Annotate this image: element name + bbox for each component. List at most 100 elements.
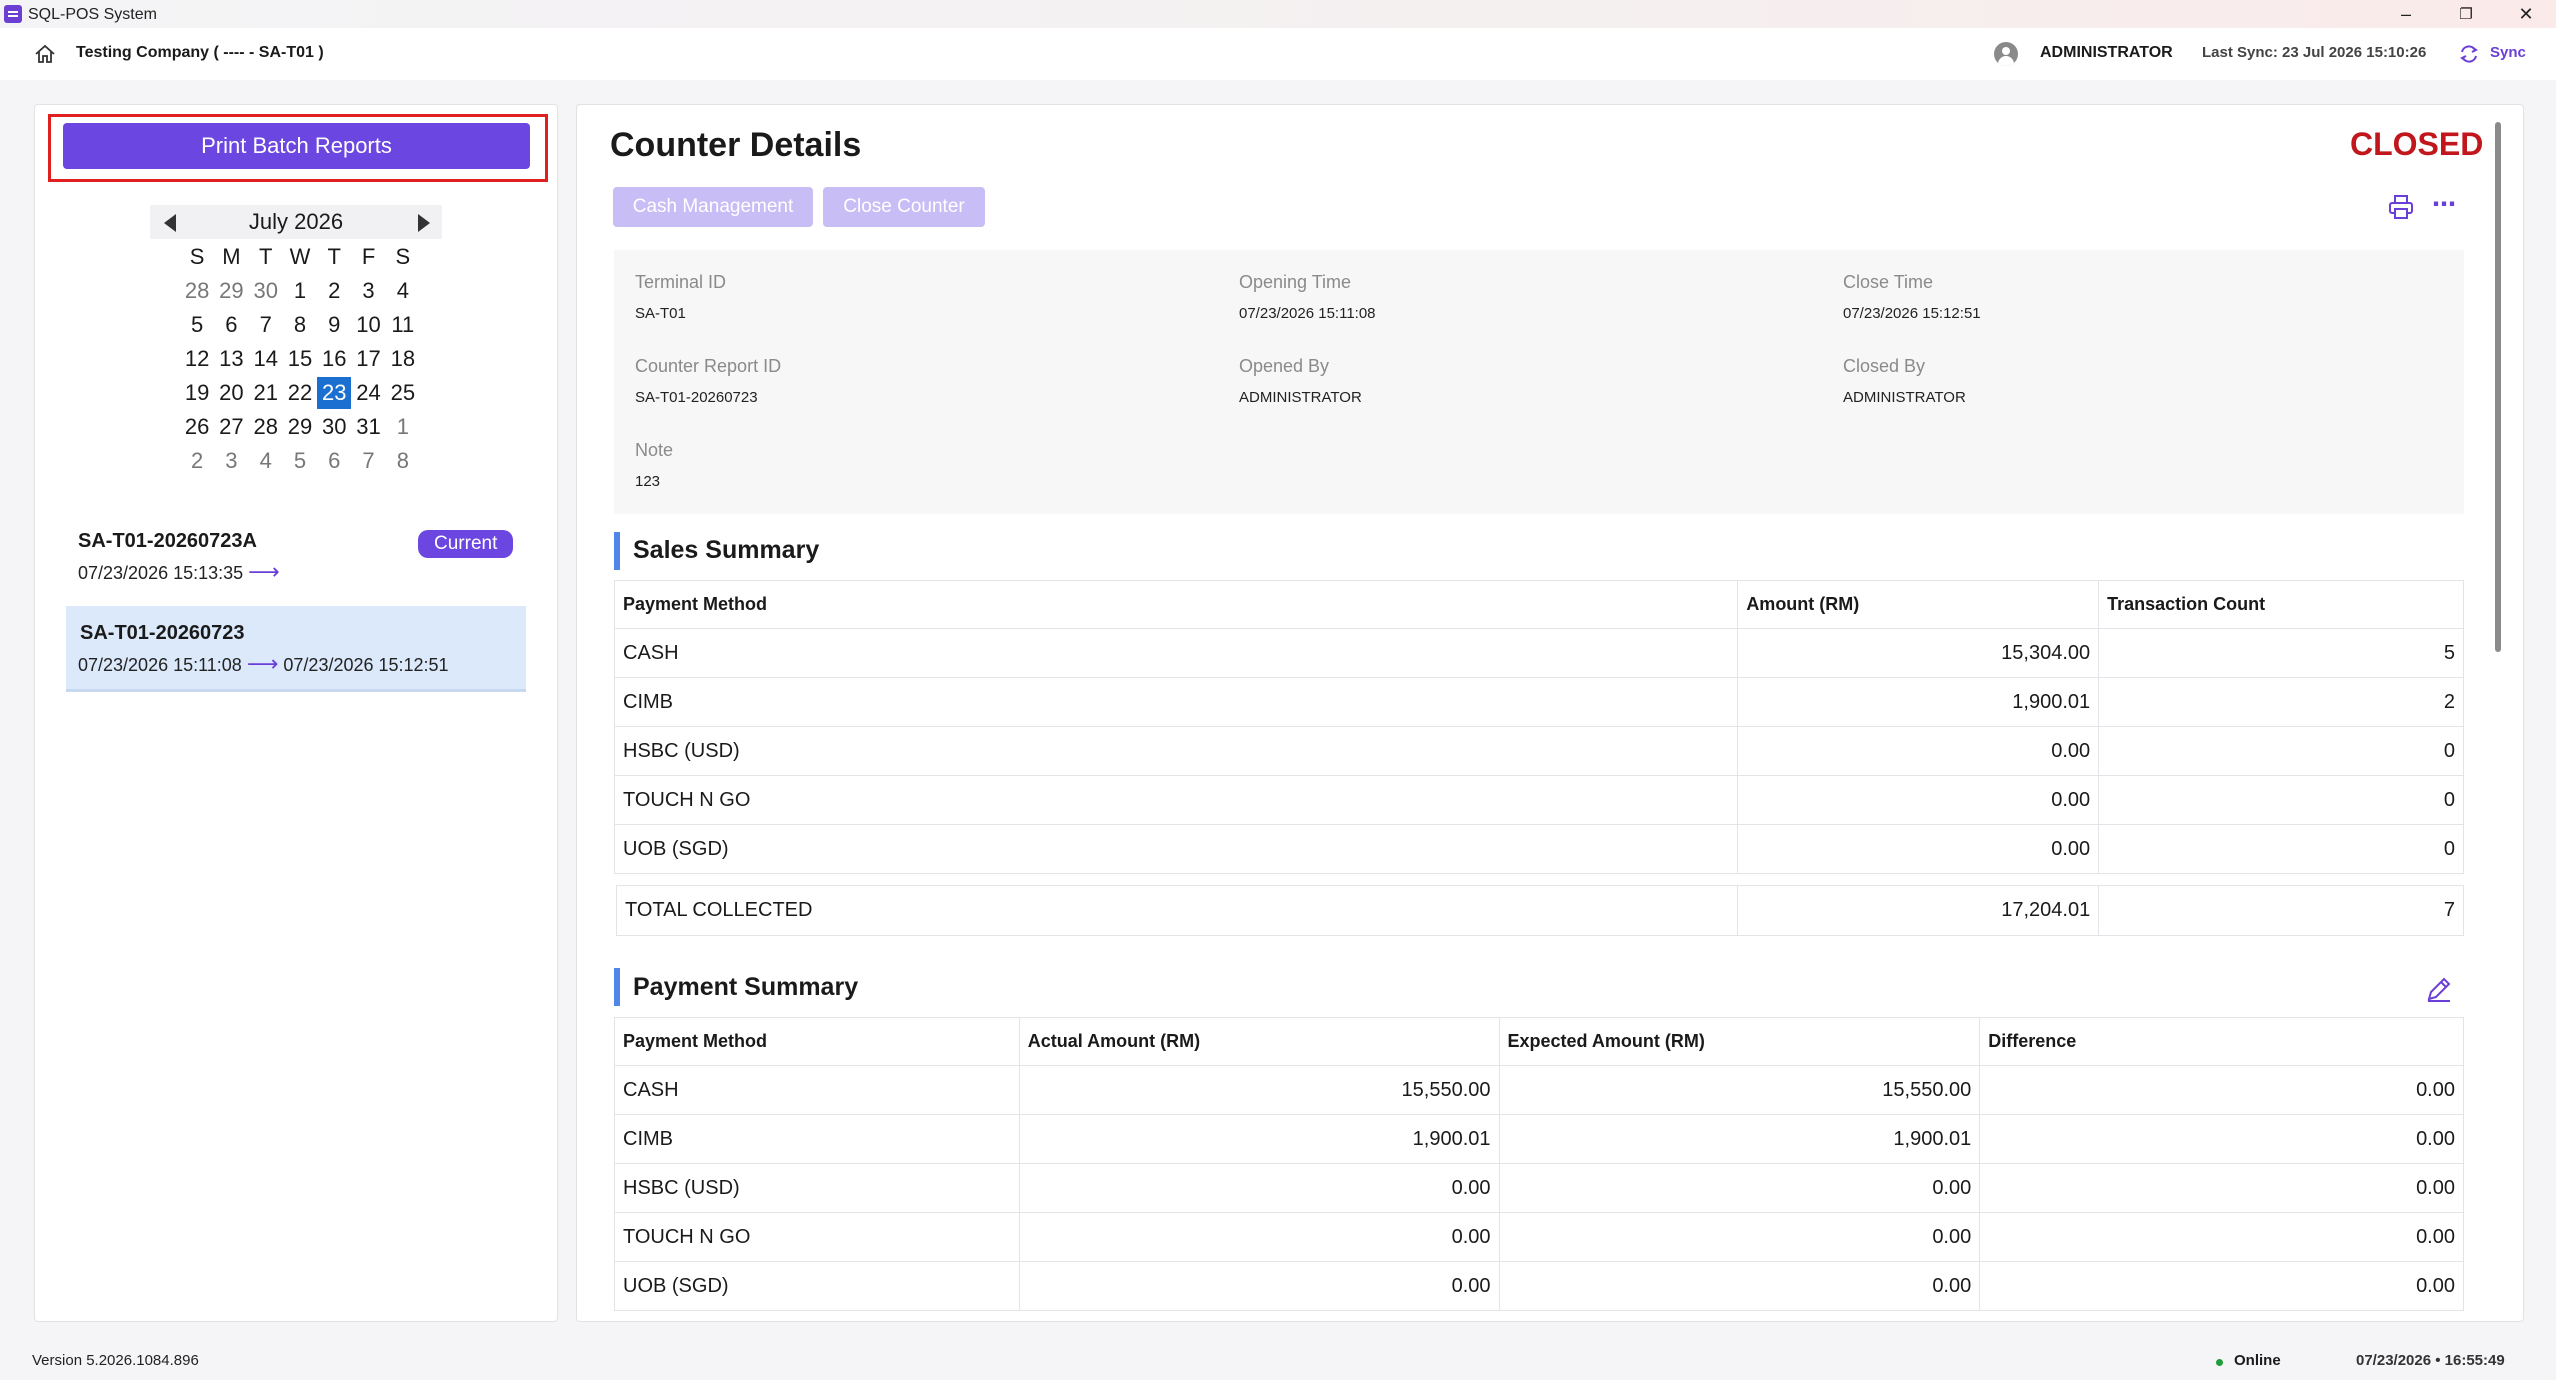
calendar-day[interactable]: 2 [317,278,351,304]
column-header: Difference [1979,1017,2464,1066]
table-cell: CIMB [614,1114,1020,1164]
scrollbar-thumb[interactable] [2495,122,2501,652]
column-header: Transaction Count [2098,580,2464,629]
calendar-day[interactable]: 28 [180,278,214,304]
table-row: UOB (SGD) 0.00 0 [613,824,2464,874]
minimize-button[interactable]: – [2376,0,2436,28]
calendar-day[interactable]: 3 [351,278,385,304]
section-bar [614,968,620,1006]
company-name: Testing Company ( ---- - SA-T01 ) [76,44,324,61]
pencil-icon[interactable] [2424,974,2454,1004]
table-cell: 15,550.00 [1018,1065,1500,1115]
column-header: Expected Amount (RM) [1498,1017,1981,1066]
cash-management-button[interactable]: Cash Management [613,187,813,227]
calendar-day[interactable]: 29 [214,278,248,304]
next-month-icon[interactable] [418,214,430,232]
table-cell: 0 [2098,824,2464,874]
counter-item-selected[interactable]: SA-T01-20260723 07/23/2026 15:11:08 ⟶ 07… [66,606,526,692]
table-cell: HSBC (USD) [614,1163,1020,1213]
table-cell: 0.00 [1498,1261,1981,1311]
table-cell: 0.00 [1737,775,2100,825]
calendar-day[interactable]: 30 [249,278,283,304]
calendar-day[interactable]: 4 [249,448,283,474]
calendar-day[interactable]: 2 [180,448,214,474]
calendar-day[interactable]: 6 [214,312,248,338]
printer-icon[interactable] [2388,194,2414,220]
calendar-day[interactable]: 22 [283,380,317,406]
calendar-day[interactable]: 3 [214,448,248,474]
table-cell: 0 [2098,775,2464,825]
payment-summary-title: Payment Summary [633,973,859,1001]
calendar-day[interactable]: 10 [351,312,385,338]
table-cell: UOB (SGD) [614,1261,1020,1311]
page-title: Counter Details [610,126,862,164]
calendar-day[interactable]: 24 [351,380,385,406]
restore-button[interactable]: ❐ [2436,0,2496,28]
calendar-day[interactable]: 25 [386,380,420,406]
table-cell: UOB (SGD) [613,824,1739,874]
calendar-day[interactable]: 20 [214,380,248,406]
total-count: 7 [2098,885,2464,936]
calendar-day[interactable]: 1 [283,278,317,304]
connection-status: Online [2234,1352,2281,1369]
calendar-day[interactable]: 31 [351,414,385,440]
sync-button[interactable]: Sync [2490,44,2526,61]
counter-id: SA-T01-20260723 [80,622,245,644]
weekday-label: S [189,244,205,269]
calendar-day[interactable]: 18 [386,346,420,372]
calendar-day[interactable]: 28 [249,414,283,440]
table-row: HSBC (USD) 0.00 0 [613,726,2464,776]
calendar-day[interactable]: 17 [351,346,385,372]
table-cell: TOUCH N GO [613,775,1739,825]
home-icon[interactable] [34,44,56,64]
calendar-day[interactable]: 7 [249,312,283,338]
report-id-value: SA-T01-20260723 [635,389,758,406]
weekday-label: T [327,244,341,269]
weekday-label: T [258,244,273,269]
calendar-day[interactable]: 1 [386,414,420,440]
calendar-day[interactable]: 12 [180,346,214,372]
calendar-day[interactable]: 6 [317,448,351,474]
sync-icon[interactable] [2458,43,2480,65]
opening-time-label: Opening Time [1239,272,1352,292]
calendar-day[interactable]: 9 [317,312,351,338]
calendar-day[interactable]: 19 [180,380,214,406]
calendar-day[interactable]: 13 [214,346,248,372]
calendar-day[interactable]: 5 [283,448,317,474]
calendar-day[interactable]: 7 [351,448,385,474]
calendar-day[interactable]: 30 [317,414,351,440]
calendar-day[interactable]: 4 [386,278,420,304]
weekday-label: S [395,244,411,269]
calendar-day[interactable]: 15 [283,346,317,372]
table-row: HSBC (USD) 0.00 0.00 0.00 [614,1163,2464,1213]
calendar-day[interactable]: 14 [249,346,283,372]
sales-total-row: TOTAL COLLECTED 17,204.01 7 [615,885,2464,936]
opened-by-value: ADMINISTRATOR [1239,389,1362,406]
user-name: ADMINISTRATOR [2040,44,2173,61]
table-cell: TOUCH N GO [614,1212,1020,1262]
close-counter-button[interactable]: Close Counter [823,187,985,227]
more-horizontal-icon[interactable]: ⋯ [2432,190,2456,219]
counter-open-time: 07/23/2026 15:13:35 [78,563,244,583]
print-batch-reports-button[interactable]: Print Batch Reports [63,123,530,169]
calendar-day[interactable]: 8 [283,312,317,338]
close-window-button[interactable]: ✕ [2496,0,2556,28]
user-avatar-icon[interactable] [1994,42,2018,66]
table-cell: 0.00 [1498,1212,1981,1262]
calendar-day[interactable]: 26 [180,414,214,440]
calendar-day[interactable]: 21 [249,380,283,406]
opened-by-label: Opened By [1239,356,1330,376]
calendar-day[interactable]: 16 [317,346,351,372]
table-cell: HSBC (USD) [613,726,1739,776]
counter-open-time: 07/23/2026 15:11:08 [78,655,242,675]
calendar-day[interactable]: 5 [180,312,214,338]
calendar-day-selected[interactable]: 23 [317,377,352,409]
calendar-day[interactable]: 11 [386,312,420,338]
close-time-label: Close Time [1843,272,1934,292]
calendar-day[interactable]: 27 [214,414,248,440]
arrow-right-icon: ⟶ [248,559,280,584]
table-cell: 15,304.00 [1737,628,2100,678]
online-dot-icon [2216,1359,2223,1366]
calendar-day[interactable]: 8 [386,448,420,474]
calendar-day[interactable]: 29 [283,414,317,440]
